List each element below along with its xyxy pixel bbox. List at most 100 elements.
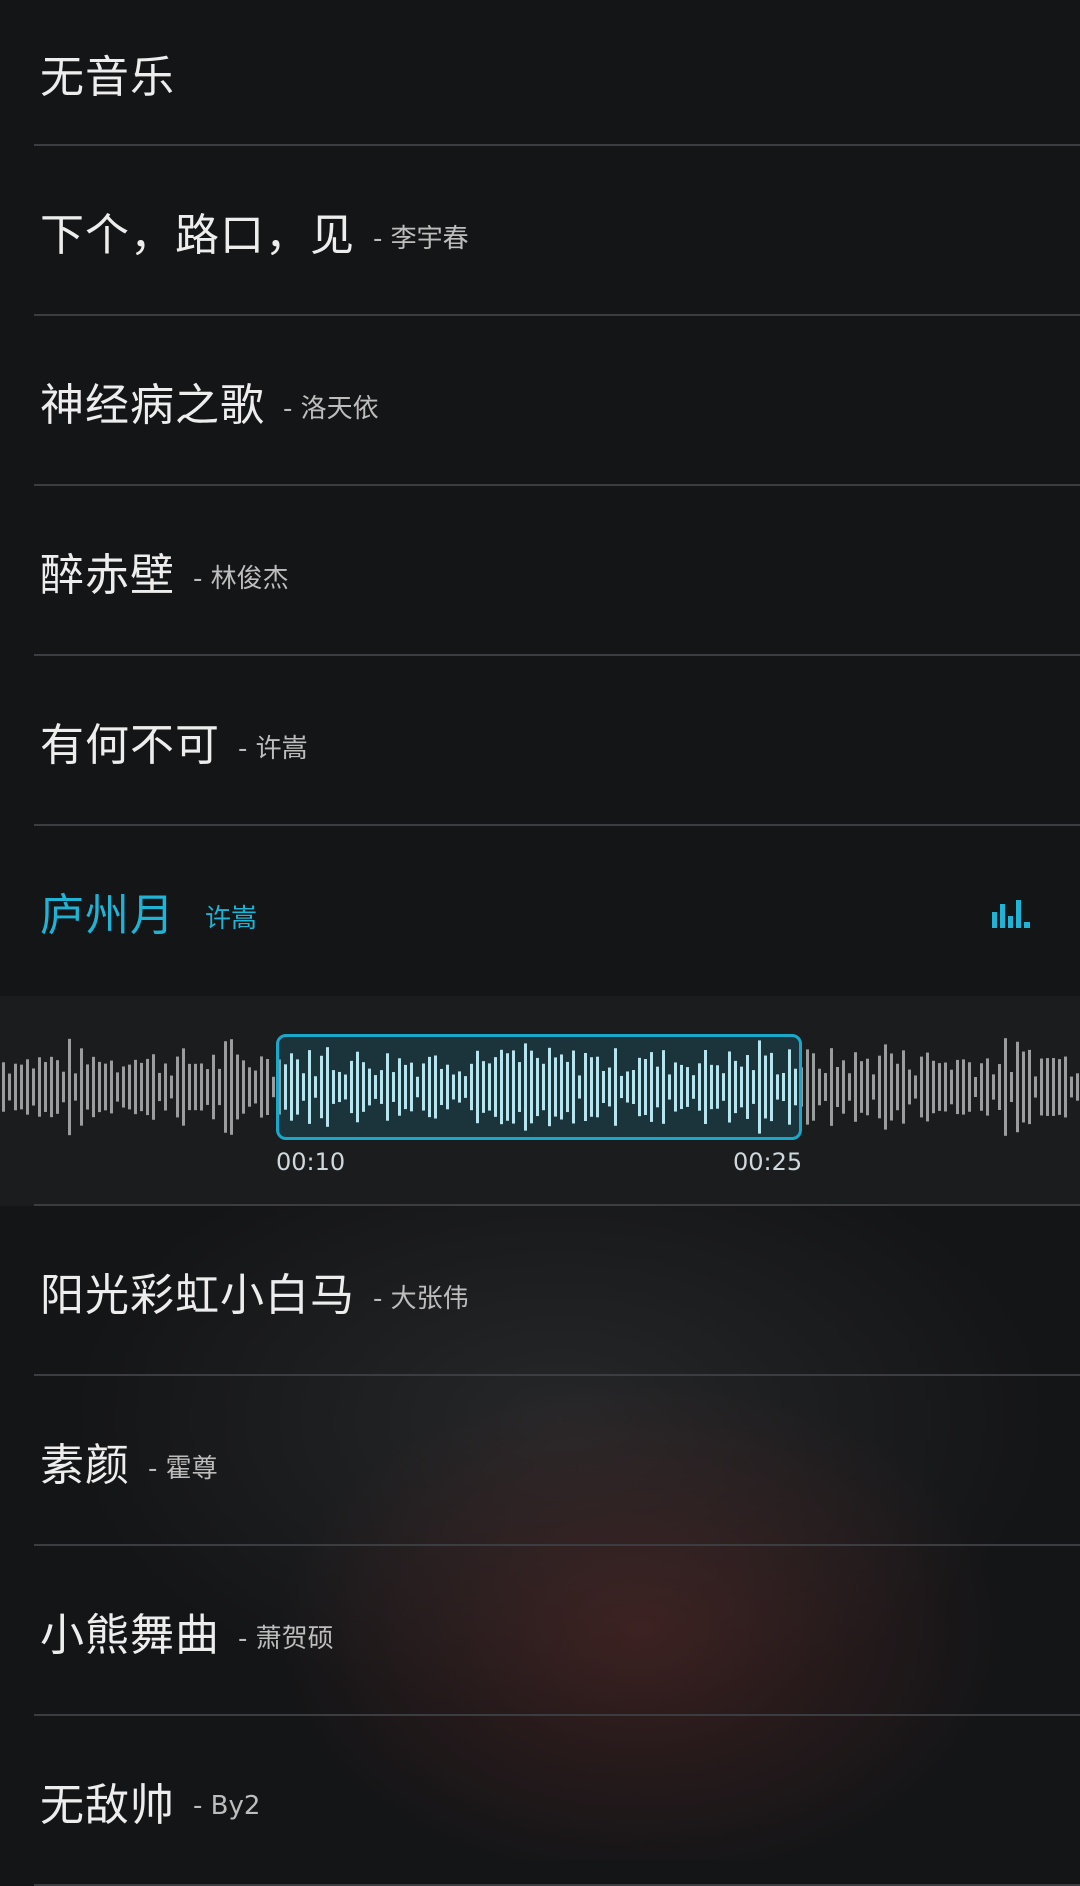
song-artist: - 大张伟: [373, 1283, 469, 1314]
song-item[interactable]: 有何不可 - 许嵩: [0, 656, 1080, 826]
waveform-bar: [98, 1061, 101, 1113]
song-item[interactable]: 阳光彩虹小白马 - 大张伟: [0, 1206, 1080, 1376]
current-song-artist: 许嵩: [205, 903, 258, 934]
waveform-bar: [272, 1076, 275, 1098]
waveform-bar: [1040, 1058, 1043, 1116]
song-item[interactable]: 无敌帅 - By2: [0, 1716, 1080, 1886]
song-title: 下个，路口，见: [40, 210, 355, 261]
waveform-bar: [14, 1063, 17, 1111]
song-artist: - 霍尊: [148, 1453, 218, 1484]
waveform-bar: [26, 1059, 29, 1115]
waveform-bar: [974, 1076, 977, 1098]
waveform-bar: [938, 1063, 941, 1111]
waveform-bar: [950, 1069, 953, 1105]
waveform-bar: [812, 1053, 815, 1121]
song-artist: - 萧贺硕: [238, 1623, 334, 1654]
selection-end-time: 00:25: [733, 1148, 803, 1176]
waveform-trimmer[interactable]: 00:10 00:25: [0, 996, 1080, 1206]
waveform-bar: [50, 1056, 53, 1118]
song-item[interactable]: 神经病之歌 - 洛天依: [0, 316, 1080, 486]
song-item[interactable]: 素颜 - 霍尊: [0, 1376, 1080, 1546]
waveform-bar: [92, 1056, 95, 1118]
waveform-bar: [38, 1057, 41, 1117]
waveform-bar: [872, 1074, 875, 1100]
waveform-bar: [980, 1063, 983, 1111]
waveform-bar: [224, 1041, 227, 1133]
waveform-bar: [266, 1058, 269, 1116]
waveform-bar: [920, 1056, 923, 1118]
waveform-bar: [80, 1048, 83, 1126]
waveform-bar: [104, 1063, 107, 1111]
waveform-bar: [1070, 1076, 1073, 1098]
waveform-bar: [866, 1058, 869, 1116]
waveform-bar: [236, 1054, 239, 1120]
waveform-bar: [182, 1048, 185, 1126]
waveform-bar: [146, 1058, 149, 1116]
waveform-bar: [116, 1072, 119, 1102]
waveform-bar: [164, 1063, 167, 1111]
waveform-bar: [926, 1052, 929, 1122]
song-title: 有何不可: [40, 720, 220, 771]
waveform-bar: [932, 1060, 935, 1114]
waveform-bar: [62, 1071, 65, 1103]
waveform-bar: [968, 1062, 971, 1112]
waveform-bar: [986, 1058, 989, 1116]
waveform-bar: [848, 1073, 851, 1101]
waveform-bar: [860, 1061, 863, 1113]
current-song-title: 庐州月: [40, 890, 175, 941]
song-title: 醉赤壁: [40, 550, 175, 601]
waveform-bar: [1076, 1073, 1079, 1101]
waveform-bar: [128, 1064, 131, 1110]
waveform-bar: [956, 1059, 959, 1115]
waveform-bar: [806, 1049, 809, 1125]
waveform-bar: [194, 1063, 197, 1111]
song-artist: - 林俊杰: [193, 563, 289, 594]
waveform-bar: [1052, 1058, 1055, 1116]
song-item-current[interactable]: 庐州月 许嵩: [0, 826, 1080, 996]
waveform-bar: [884, 1044, 887, 1130]
waveform-bar: [878, 1055, 881, 1119]
song-item[interactable]: 醉赤壁 - 林俊杰: [0, 486, 1080, 656]
song-artist: - 李宇春: [373, 223, 469, 254]
waveform-bar: [86, 1064, 89, 1110]
waveform-bar: [56, 1060, 59, 1114]
waveform-bar: [1004, 1038, 1007, 1136]
waveform-bar: [1028, 1049, 1031, 1125]
song-item[interactable]: 小熊舞曲 - 萧贺硕: [0, 1546, 1080, 1716]
song-title: 小熊舞曲: [40, 1610, 220, 1661]
waveform-bar: [230, 1039, 233, 1135]
song-list: 无音乐 下个，路口，见 - 李宇春 神经病之歌 - 洛天依 醉赤壁 - 林俊杰 …: [0, 0, 1080, 1886]
waveform-bar: [992, 1074, 995, 1100]
waveform-bar: [170, 1075, 173, 1099]
waveform-bar: [902, 1050, 905, 1124]
selection-range-handle[interactable]: [276, 1034, 802, 1140]
waveform-bar: [140, 1062, 143, 1112]
waveform-bar: [110, 1060, 113, 1114]
waveform-bar: [962, 1059, 965, 1115]
song-artist: - 洛天依: [283, 393, 379, 424]
waveform-bar: [200, 1063, 203, 1111]
waveform-bar: [68, 1038, 71, 1136]
song-title: 无敌帅: [40, 1780, 175, 1831]
waveform-bar: [1016, 1041, 1019, 1133]
song-title: 素颜: [40, 1440, 130, 1491]
waveform-bar: [74, 1073, 77, 1101]
waveform-bar: [1064, 1056, 1067, 1118]
song-artist: - 许嵩: [238, 733, 308, 764]
selection-start-time: 00:10: [276, 1148, 346, 1176]
song-title: 神经病之歌: [40, 380, 265, 431]
waveform-bar: [842, 1060, 845, 1114]
waveform-bar: [998, 1064, 1001, 1110]
waveform-bar: [1010, 1071, 1013, 1103]
waveform-bar: [914, 1075, 917, 1099]
song-item-none[interactable]: 无音乐: [0, 0, 1080, 146]
waveform-bar: [158, 1072, 161, 1102]
waveform-bar: [944, 1062, 947, 1112]
waveform-bar: [44, 1062, 47, 1112]
waveform-bar: [134, 1059, 137, 1115]
song-item[interactable]: 下个，路口，见 - 李宇春: [0, 146, 1080, 316]
waveform-bar: [32, 1068, 35, 1106]
waveform-bar: [218, 1068, 221, 1106]
waveform-bar: [248, 1067, 251, 1107]
waveform-bar: [242, 1060, 245, 1114]
